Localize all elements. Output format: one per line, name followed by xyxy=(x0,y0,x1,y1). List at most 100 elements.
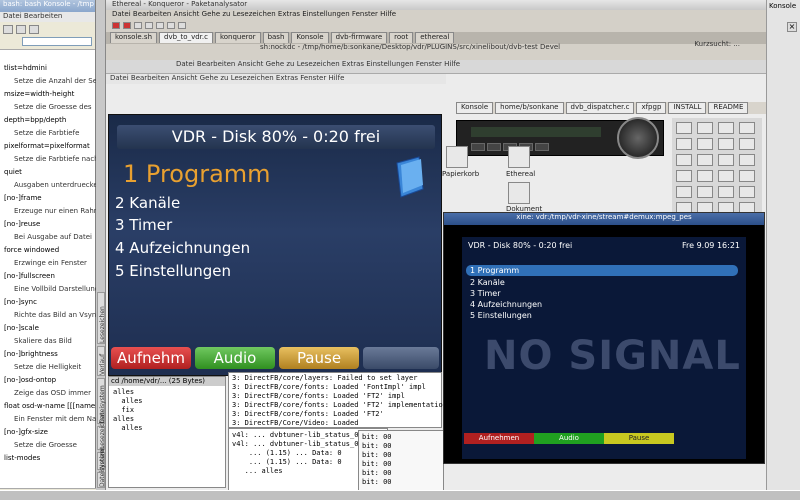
calculator-key[interactable] xyxy=(697,138,713,150)
left-text-line: pixelformat=pixelformat xyxy=(4,142,90,150)
back-icon[interactable] xyxy=(3,25,13,34)
left-konsole-window[interactable]: bash: bash Konsole - /tmp Datei Bearbeit… xyxy=(0,0,113,500)
calculator-key[interactable] xyxy=(697,170,713,182)
home-icon[interactable] xyxy=(29,25,39,34)
calculator-key[interactable] xyxy=(676,170,692,182)
media-player[interactable] xyxy=(456,117,664,159)
calculator-key[interactable] xyxy=(739,170,755,182)
terminal-output[interactable]: 3: DirectFB/core/layers: Failed to set l… xyxy=(228,372,447,445)
tab2-4[interactable]: INSTALL xyxy=(668,102,707,114)
fm-second-menu[interactable]: Datei Bearbeiten Ansicht Gehe zu Lesezei… xyxy=(106,74,446,84)
calculator-key[interactable] xyxy=(739,122,755,134)
calculator-key[interactable] xyxy=(718,186,734,198)
vtab-2[interactable]: Verlauf xyxy=(97,346,106,376)
vdr-menu-item[interactable]: 3 Timer xyxy=(115,215,172,235)
main-tab-3[interactable]: bash xyxy=(262,32,290,43)
forward-icon[interactable] xyxy=(16,25,26,34)
main-menu-bar[interactable]: Datei Bearbeiten Ansicht Gehe zu Lesezei… xyxy=(106,10,766,20)
fm-menu-bar[interactable]: Datei Bearbeiten Ansicht Gehe zu Lesezei… xyxy=(106,60,766,74)
xine-menu-item[interactable]: 3 Timer xyxy=(470,288,501,299)
main-tab-6[interactable]: root xyxy=(389,32,414,43)
find-icon[interactable] xyxy=(167,21,175,29)
play-icon[interactable] xyxy=(487,143,501,151)
calculator-key[interactable] xyxy=(718,170,734,182)
vdr-yellow-button[interactable]: Pause xyxy=(279,347,359,369)
volume-knob-icon[interactable] xyxy=(617,117,659,159)
main-tab-7[interactable]: ethereal xyxy=(415,32,455,43)
calculator-key[interactable] xyxy=(697,186,713,198)
xine-window[interactable]: xine: vdr:/tmp/vdr-xine/stream#demux:mpe… xyxy=(443,212,765,464)
calculator-key[interactable] xyxy=(676,122,692,134)
vdr-green-button[interactable]: Audio xyxy=(195,347,275,369)
ethereal-icon[interactable] xyxy=(508,146,530,168)
terminal-two[interactable]: cd /home/vdr/... (25 Bytes) alles alles … xyxy=(108,376,226,488)
prev-icon[interactable] xyxy=(471,143,485,151)
terminal-line: bit: 00 xyxy=(362,433,392,441)
calculator-key[interactable] xyxy=(739,186,755,198)
main-tab-0[interactable]: konsole.sh xyxy=(110,32,158,43)
xine-selected-item[interactable]: 1 Programm xyxy=(466,265,738,276)
zoom-icon[interactable] xyxy=(178,21,186,29)
terminal-line: bit: 00 xyxy=(362,451,392,459)
calculator-key[interactable] xyxy=(718,138,734,150)
next-icon[interactable] xyxy=(535,143,549,151)
xine-menu-item[interactable]: 4 Aufzeichnungen xyxy=(470,299,542,310)
vdr-selected-item[interactable]: 1 Programm xyxy=(123,159,271,189)
vtab-1[interactable]: Lesezeichen xyxy=(97,292,106,344)
tab2-3[interactable]: xfpgp xyxy=(636,102,667,114)
main-search-field[interactable]: Kurzsucht: ... xyxy=(694,40,740,49)
vdr-menu-item[interactable]: 5 Einstellungen xyxy=(115,261,231,281)
terminal-line: alles xyxy=(113,415,135,423)
xine-menu-item[interactable]: 5 Einstellungen xyxy=(470,310,532,321)
left-address-field[interactable] xyxy=(22,37,92,46)
vdr-menu-item[interactable]: 4 Aufzeichnungen xyxy=(115,238,250,258)
tab2-5[interactable]: README xyxy=(708,102,749,114)
vdr-osd-menu[interactable]: VDR - Disk 80% - 0:20 frei 1 Programm 2 … xyxy=(108,114,442,376)
main-tab-5[interactable]: dvb-firmware xyxy=(330,32,388,43)
calculator-key[interactable] xyxy=(718,122,734,134)
tab2-2[interactable]: dvb_dispatcher.c xyxy=(565,102,635,114)
calculator-key[interactable] xyxy=(718,154,734,166)
calculator-key[interactable] xyxy=(697,122,713,134)
left-text-line: Setze die Helligkeit xyxy=(14,363,82,371)
open-icon[interactable] xyxy=(134,21,142,29)
main-tab-1[interactable]: dvb_to_vdr.c xyxy=(159,32,213,43)
calculator-key[interactable] xyxy=(676,186,692,198)
xine-yellow-button[interactable]: Pause xyxy=(604,433,674,444)
vtab-6[interactable]: Dateisystem xyxy=(97,449,106,488)
calculator-key[interactable] xyxy=(739,154,755,166)
calculator-key[interactable] xyxy=(676,138,692,150)
terminal-line: fix xyxy=(113,406,135,414)
left-window-menu[interactable]: Datei Bearbeiten xyxy=(0,12,95,22)
calculator-key[interactable] xyxy=(697,154,713,166)
terminal-four[interactable]: bit: 00 bit: 00 bit: 00 bit: 00 bit: 00 bit: … xyxy=(358,430,444,496)
stop-icon[interactable] xyxy=(112,21,120,29)
vdr-red-button[interactable]: Aufnehm xyxy=(111,347,191,369)
terminal-line: bit: 00 xyxy=(362,469,392,477)
xine-menu-item[interactable]: 2 Kanäle xyxy=(470,277,505,288)
vdr-blue-button[interactable] xyxy=(363,347,439,369)
left-text-line: Setze die Farbtiefe nach xyxy=(14,155,99,163)
save-icon[interactable] xyxy=(145,21,153,29)
main-tab-2[interactable]: konqueror xyxy=(214,32,261,43)
calculator-key[interactable] xyxy=(676,154,692,166)
left-text-line: [no-]reuse xyxy=(4,220,41,228)
right-column-window[interactable]: Konsole × xyxy=(766,0,800,500)
calculator-key[interactable] xyxy=(739,138,755,150)
tab2-1[interactable]: home/b/sonkane xyxy=(495,102,564,114)
document-icon[interactable] xyxy=(508,182,530,204)
record-icon[interactable] xyxy=(123,21,131,29)
left-text-line: tlist=hdmini xyxy=(4,64,47,72)
main-tab-4[interactable]: Konsole xyxy=(291,32,329,43)
xine-green-button[interactable]: Audio xyxy=(534,433,604,444)
tab2-0[interactable]: Konsole xyxy=(456,102,494,114)
trash-icon[interactable] xyxy=(446,146,468,168)
left-text-line: Ein Fenster mit dem Namen xyxy=(14,415,112,423)
print-icon[interactable] xyxy=(156,21,164,29)
left-text-line: depth=bpp/depth xyxy=(4,116,67,124)
left-text-line: Setze die Groesse xyxy=(14,441,77,449)
close-icon[interactable]: × xyxy=(787,22,797,32)
vdr-menu-item[interactable]: 2 Kanäle xyxy=(115,193,180,213)
xine-red-button[interactable]: Aufnehmen xyxy=(464,433,534,444)
no-signal-text: NO SIGNAL xyxy=(484,333,741,379)
